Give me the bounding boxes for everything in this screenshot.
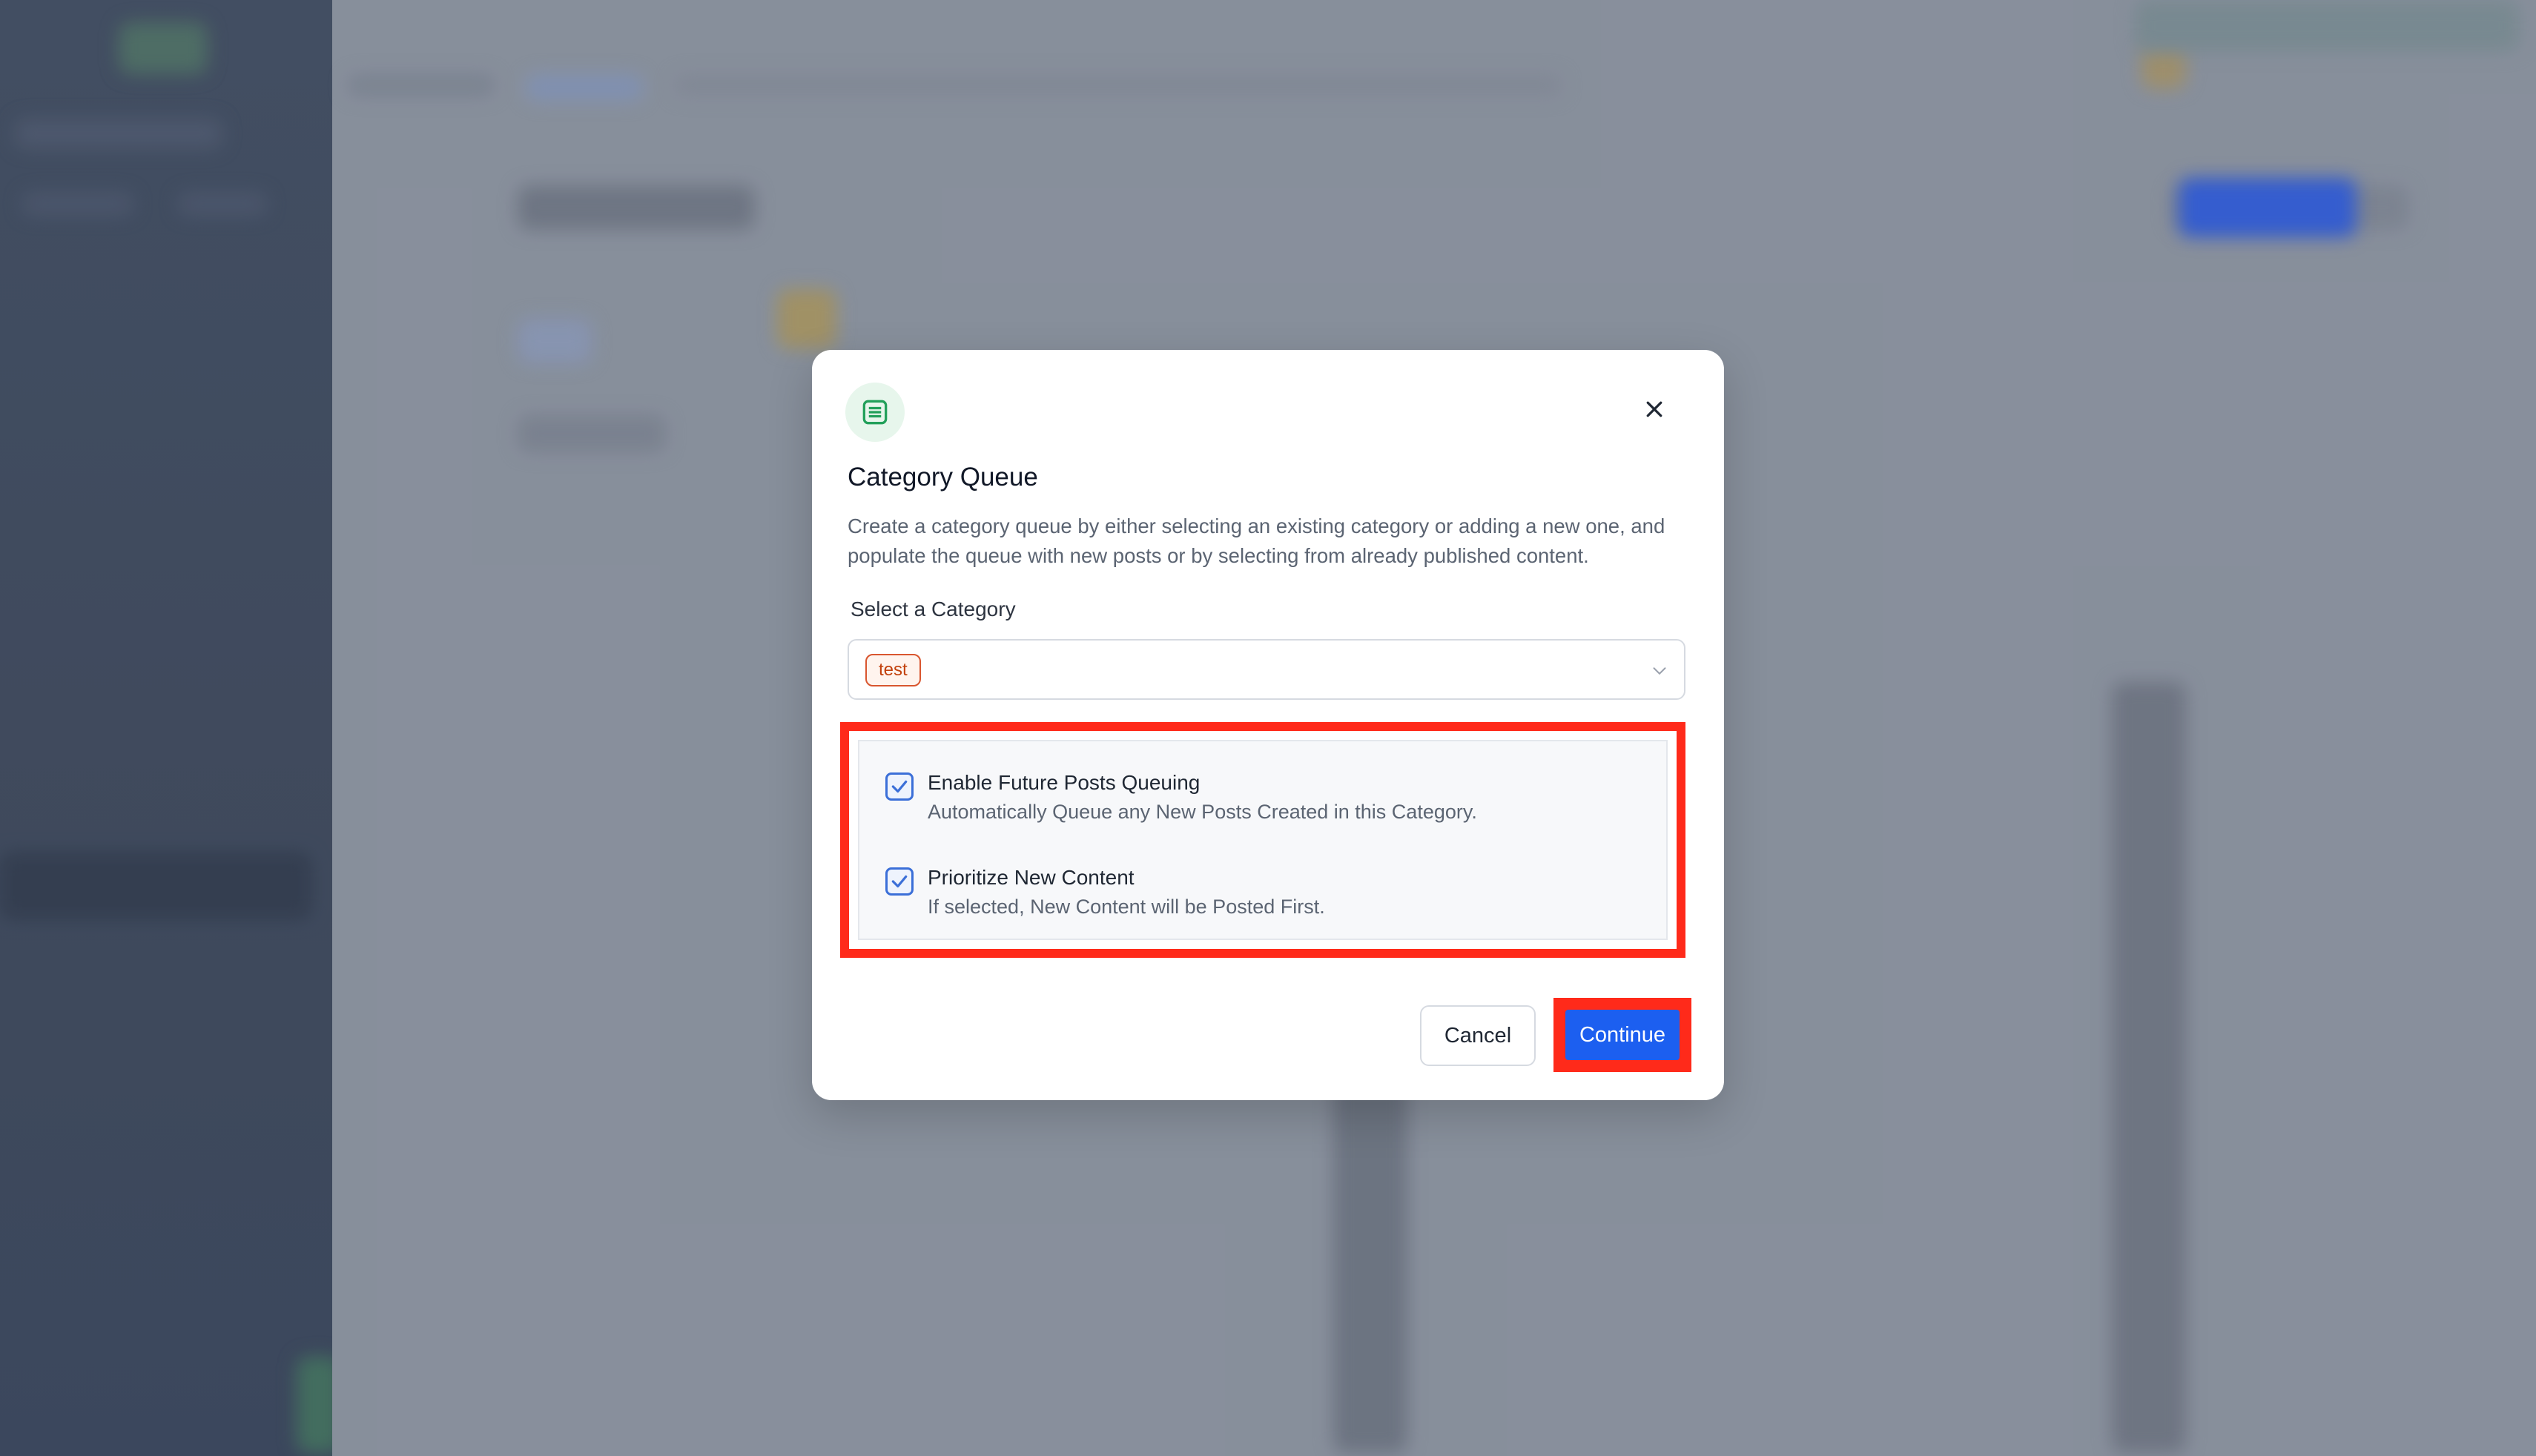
enable-future-posts-checkbox[interactable] [885,772,914,801]
modal-title: Category Queue [848,463,1038,492]
queue-options-panel: Enable Future Posts Queuing Automaticall… [858,740,1668,940]
modal-description: Create a category queue by either select… [848,514,1665,567]
list-document-icon [845,383,905,442]
prioritize-new-content-title: Prioritize New Content [928,866,1135,889]
cancel-button[interactable]: Cancel [1420,1005,1536,1066]
enable-future-posts-subtitle: Automatically Queue any New Posts Create… [928,801,1477,823]
options-highlight: Enable Future Posts Queuing Automaticall… [840,722,1685,958]
category-field-label: Select a Category [851,598,1016,621]
enable-future-posts-title: Enable Future Posts Queuing [928,771,1201,794]
close-icon [1646,401,1662,417]
continue-highlight: Continue [1553,998,1691,1072]
category-select[interactable]: test [848,639,1685,700]
close-button[interactable] [1638,393,1671,426]
chevron-down-icon [1653,667,1666,675]
checkmark-icon [891,875,908,888]
prioritize-new-content-checkbox[interactable] [885,867,914,896]
category-tag[interactable]: test [865,654,921,686]
prioritize-new-content-subtitle: If selected, New Content will be Posted … [928,896,1325,918]
checkmark-icon [891,780,908,793]
continue-button[interactable]: Continue [1565,1010,1680,1060]
category-queue-modal: Category Queue Create a category queue b… [812,350,1724,1100]
